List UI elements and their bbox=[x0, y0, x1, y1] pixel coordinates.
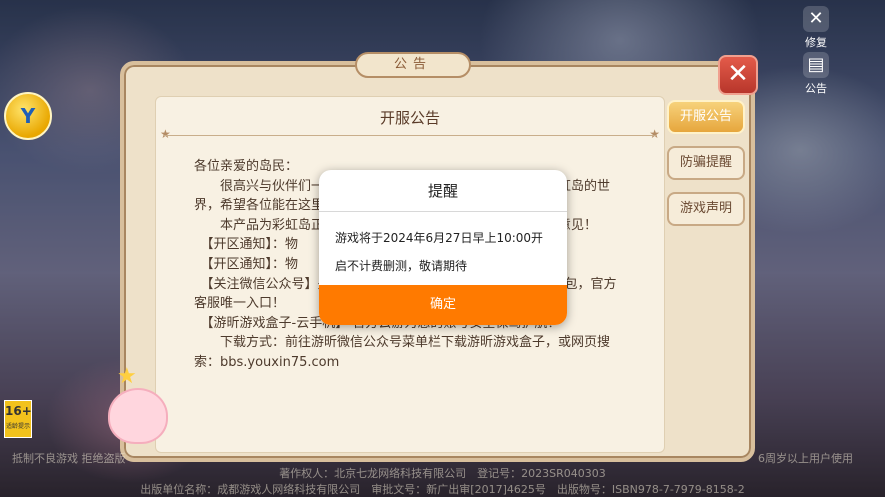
dialog-message-line: 游戏将于2024年6月27日早上10:00开 bbox=[335, 231, 544, 245]
age-rating-badge: 16+ 适龄提示 bbox=[4, 400, 32, 438]
notice-tabs: 开服公告 防骗提醒 游戏声明 bbox=[667, 100, 745, 238]
notice-icon: ▤ bbox=[803, 52, 829, 78]
dialog-message-line: 启不计费删测，敬请期待 bbox=[335, 259, 468, 273]
age-rating-value: 16+ bbox=[5, 404, 32, 418]
notice-title: 开服公告 bbox=[379, 109, 440, 127]
mascot-character bbox=[108, 388, 168, 444]
wrench-icon: ✕ bbox=[803, 6, 829, 32]
footer-copyright: 著作权人：北京七龙网络科技有限公司 登记号：2023SR040303 bbox=[279, 467, 606, 480]
reminder-dialog: 提醒 游戏将于2024年6月27日早上10:00开 启不计费删测，敬请期待 确定 bbox=[319, 170, 567, 325]
game-logo-icon[interactable]: Y bbox=[4, 92, 52, 140]
star-icon: ★ bbox=[649, 127, 660, 141]
age-rating-caption: 适龄提示 bbox=[5, 423, 30, 430]
footer-publisher: 出版单位名称：成都游戏人网络科技有限公司 审批文号：新广出审[2017]4625… bbox=[140, 483, 745, 496]
tab-anti-fraud[interactable]: 防骗提醒 bbox=[667, 146, 745, 180]
notice-tool-label: 公告 bbox=[805, 82, 827, 95]
notice-paragraph: 下载方式：前往游昕微信公众号菜单栏下载游昕游戏盒子，或网页搜索：bbs.youx… bbox=[194, 335, 611, 370]
dialog-title: 提醒 bbox=[319, 170, 567, 212]
tab-game-statement[interactable]: 游戏声明 bbox=[667, 192, 745, 226]
close-button[interactable]: ✕ bbox=[718, 55, 758, 95]
notice-tool-button[interactable]: ▤ 公告 bbox=[795, 52, 837, 96]
divider bbox=[164, 135, 656, 136]
tab-server-open[interactable]: 开服公告 bbox=[667, 100, 745, 134]
star-icon: ★ bbox=[160, 127, 171, 141]
repair-button[interactable]: ✕ 修复 bbox=[795, 6, 837, 50]
left-footer-note: 抵制不良游戏 拒绝盗版 bbox=[12, 452, 126, 465]
star-icon: ★ bbox=[117, 364, 137, 389]
close-icon: ✕ bbox=[727, 59, 749, 89]
right-footer-note: 6周岁以上用户使用 bbox=[758, 452, 853, 465]
dialog-message: 游戏将于2024年6月27日早上10:00开 启不计费删测，敬请期待 bbox=[319, 212, 567, 280]
repair-label: 修复 bbox=[805, 36, 827, 49]
board-title: 公告 bbox=[355, 52, 471, 78]
confirm-button[interactable]: 确定 bbox=[319, 285, 567, 325]
